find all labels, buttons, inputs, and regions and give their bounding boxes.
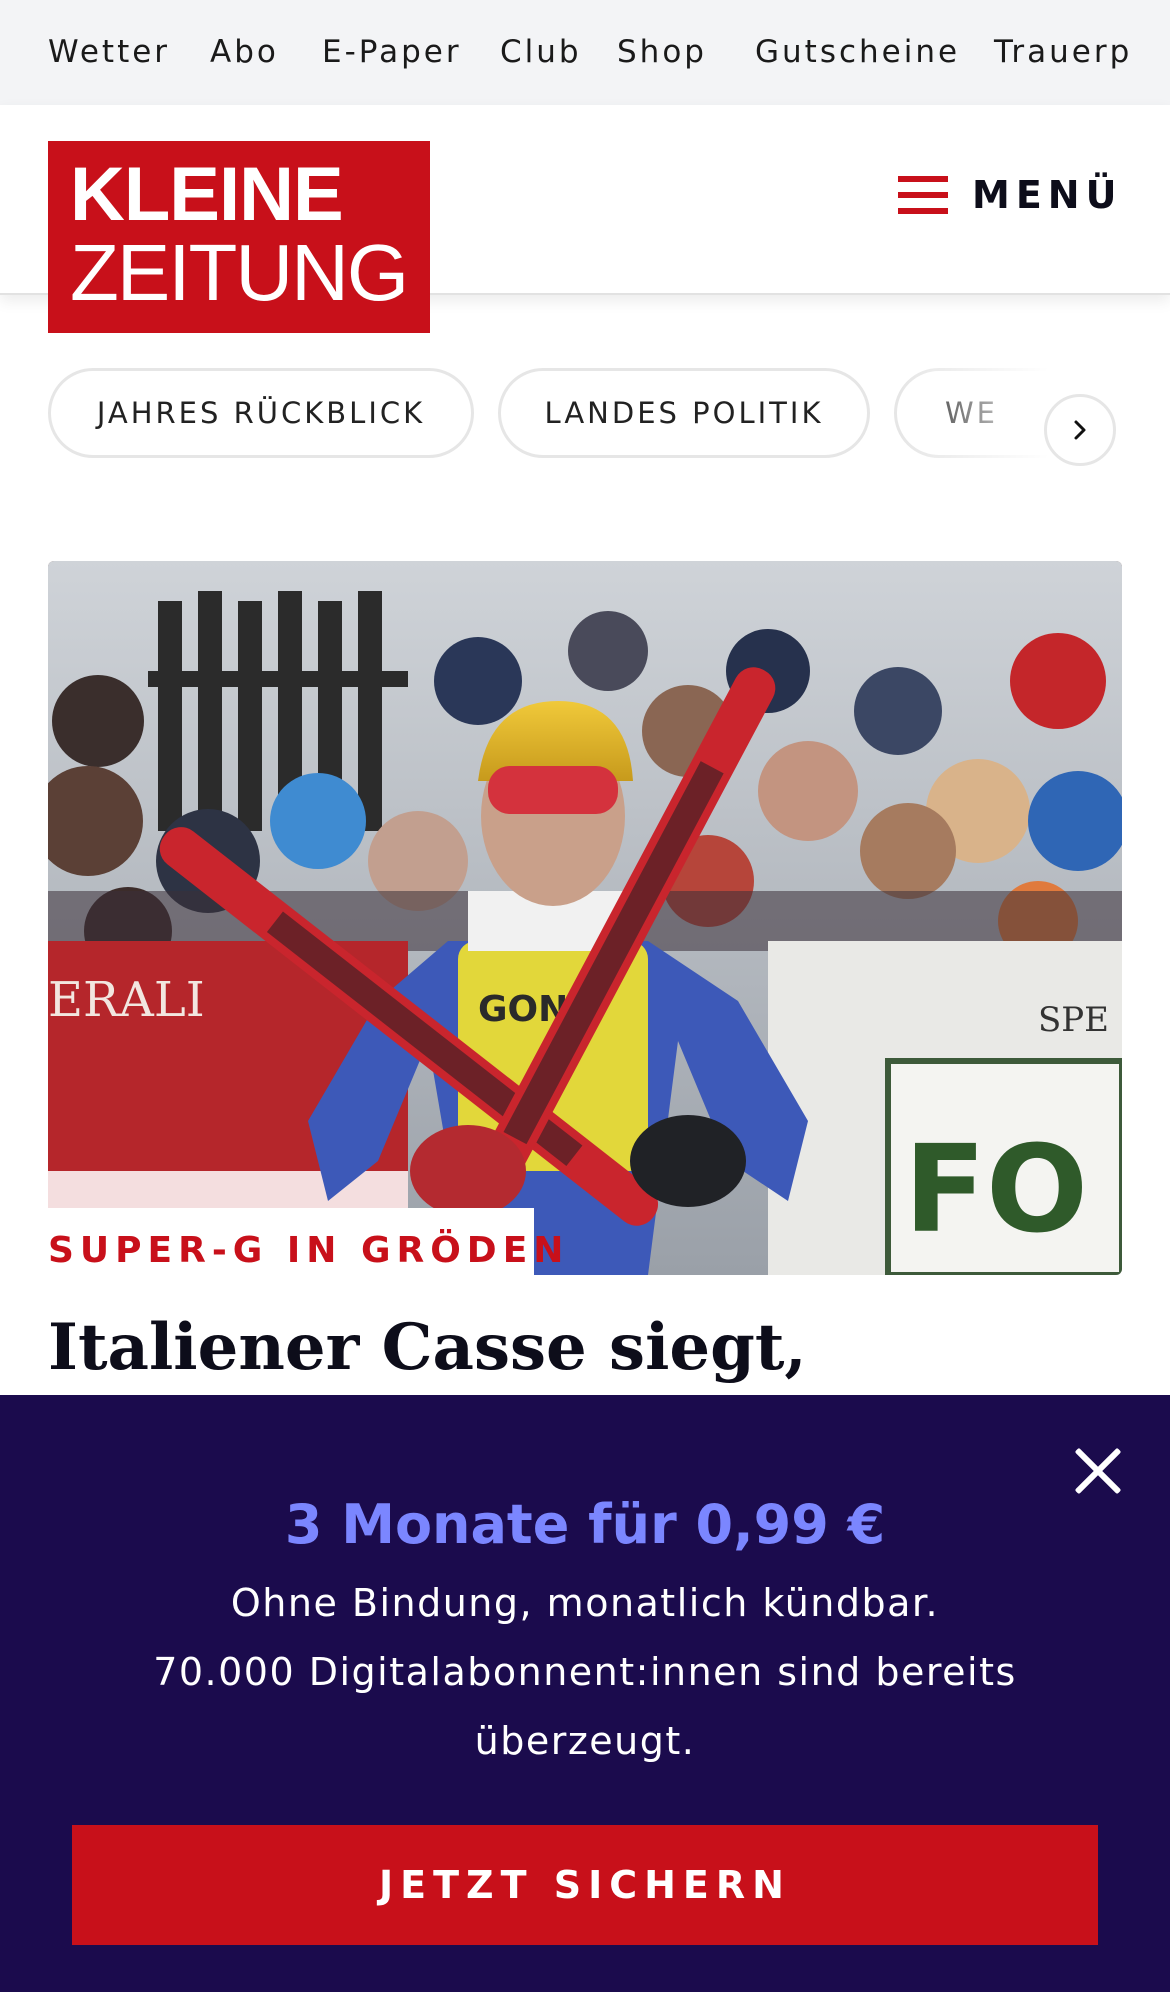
article-hero-image[interactable]: ERALI SPE FO GONC bbox=[48, 561, 1122, 1275]
topnav-link-wetter[interactable]: Wetter bbox=[48, 34, 170, 70]
site-header: KLEINE ZEITUNG MENÜ bbox=[0, 105, 1170, 333]
chip-landespolitik[interactable]: LANDES POLITIK bbox=[498, 368, 870, 458]
subscribe-cta-button[interactable]: JETZT SICHERN bbox=[72, 1825, 1098, 1945]
chips-next-button[interactable] bbox=[1044, 394, 1116, 466]
offer-line-1: Ohne Bindung, monatlich kündbar. bbox=[230, 1581, 940, 1625]
article-headline[interactable]: Italiener Casse siegt, bbox=[48, 1310, 807, 1385]
offer-headline: 3 Monate für 0,99 € bbox=[284, 1493, 886, 1556]
offer-line-3: überzeugt. bbox=[474, 1719, 696, 1763]
topnav-link-gutscheine[interactable]: Gutscheine bbox=[755, 34, 960, 70]
svg-text:ERALI: ERALI bbox=[48, 972, 205, 1028]
hero-photo: ERALI SPE FO GONC bbox=[48, 561, 1122, 1275]
top-utility-nav: Wetter Abo E-Paper Club Shop Gutscheine … bbox=[0, 0, 1170, 105]
logo-line-2: ZEITUNG bbox=[70, 228, 409, 317]
hamburger-icon bbox=[898, 176, 948, 214]
menu-button[interactable]: MENÜ bbox=[898, 165, 1122, 225]
chip-jahresrueckblick[interactable]: JAHRES RÜCKBLICK bbox=[48, 368, 474, 458]
topnav-link-epaper[interactable]: E-Paper bbox=[322, 34, 462, 70]
svg-text:SPE: SPE bbox=[1038, 1000, 1109, 1040]
topnav-link-abo[interactable]: Abo bbox=[210, 34, 279, 70]
chips-fade bbox=[900, 368, 1170, 462]
logo-line-1: KLEINE bbox=[70, 152, 344, 237]
topic-chips: JAHRES RÜCKBLICK LANDES POLITIK WE bbox=[0, 368, 1170, 462]
topnav-link-club[interactable]: Club bbox=[500, 34, 582, 70]
article-kicker-text: SUPER-G IN GRÖDEN bbox=[48, 1230, 570, 1271]
menu-label: MENÜ bbox=[972, 173, 1123, 217]
svg-text:FO: FO bbox=[904, 1121, 1088, 1260]
topnav-link-shop[interactable]: Shop bbox=[617, 34, 707, 70]
offer-line-2: 70.000 Digitalabonnent:innen sind bereit… bbox=[153, 1650, 1017, 1694]
close-icon[interactable] bbox=[1072, 1445, 1124, 1497]
article-kicker: SUPER-G IN GRÖDEN bbox=[48, 1208, 563, 1280]
chevron-right-icon bbox=[1074, 420, 1086, 440]
topnav-link-trauer[interactable]: Trauerp bbox=[994, 34, 1132, 70]
subscription-overlay: 3 Monate für 0,99 € Ohne Bindung, monatl… bbox=[0, 1395, 1170, 1992]
site-logo[interactable]: KLEINE ZEITUNG bbox=[48, 141, 430, 333]
